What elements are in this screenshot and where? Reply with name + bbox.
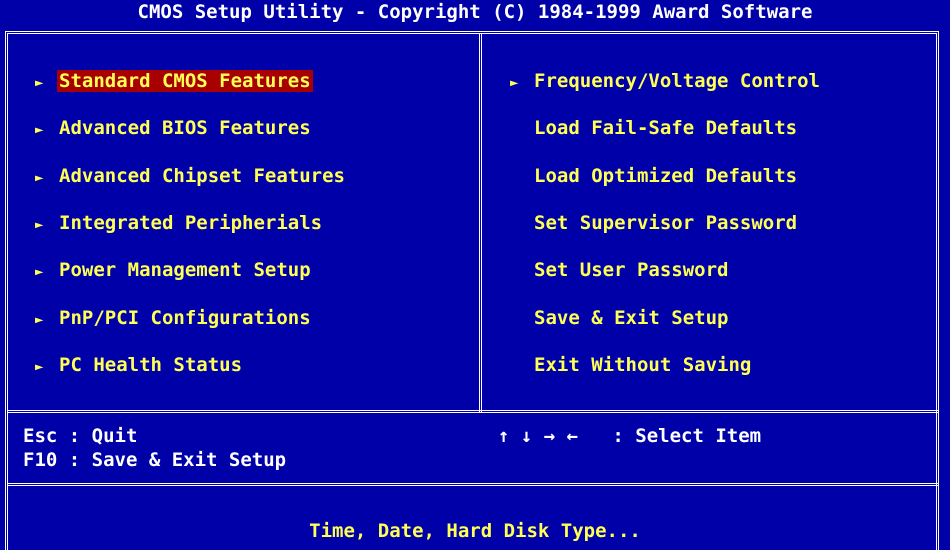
menu-exit-without-saving[interactable]: Exit Without Saving (510, 353, 753, 377)
status-divider (8, 483, 938, 486)
help-f10-save-exit: F10 : Save & Exit Setup (23, 449, 287, 471)
menu-advanced-bios-features[interactable]: ► Advanced BIOS Features (35, 116, 313, 140)
menu-advanced-chipset-features[interactable]: ► Advanced Chipset Features (35, 164, 347, 188)
title-bar: CMOS Setup Utility - Copyright (C) 1984-… (137, 1, 813, 23)
submenu-arrow-icon: ► (35, 217, 44, 233)
menu-pc-health-status[interactable]: ► PC Health Status (35, 353, 244, 377)
menu-set-user-password[interactable]: Set User Password (510, 258, 730, 282)
menu-label: Advanced Chipset Features (59, 165, 345, 187)
menu-label: Standard CMOS Features (57, 70, 313, 92)
menu-label: Advanced BIOS Features (59, 117, 311, 139)
menu-set-supervisor-password[interactable]: Set Supervisor Password (510, 211, 799, 235)
menu-label: Frequency/Voltage Control (534, 70, 820, 92)
menu-load-optimized-defaults[interactable]: Load Optimized Defaults (510, 164, 799, 188)
menu-column-divider (479, 33, 482, 413)
menu-label: Exit Without Saving (534, 354, 752, 376)
menu-pnp-pci-configurations[interactable]: ► PnP/PCI Configurations (35, 306, 313, 330)
help-esc-quit: Esc : Quit (23, 425, 138, 447)
help-select-item: ↑ ↓ → ← : Select Item (498, 425, 762, 447)
submenu-arrow-icon: ► (35, 122, 44, 138)
menu-save-exit-setup[interactable]: Save & Exit Setup (510, 306, 730, 330)
menu-load-fail-safe-defaults[interactable]: Load Fail-Safe Defaults (510, 116, 799, 140)
submenu-arrow-icon: ► (510, 75, 519, 91)
menu-label: PC Health Status (59, 354, 243, 376)
menu-label: Set Supervisor Password (534, 212, 798, 234)
submenu-arrow-icon: ► (35, 312, 44, 328)
menu-label: Set User Password (534, 259, 729, 281)
menu-standard-cmos-features[interactable]: ► Standard CMOS Features (35, 69, 313, 93)
menu-label: Integrated Peripherials (59, 212, 323, 234)
menu-label: Load Optimized Defaults (534, 165, 798, 187)
main-frame (5, 31, 939, 550)
submenu-arrow-icon: ► (35, 359, 44, 375)
menu-label: PnP/PCI Configurations (59, 307, 311, 329)
menu-frequency-voltage-control[interactable]: ► Frequency/Voltage Control (510, 69, 822, 93)
status-description: Time, Date, Hard Disk Type... (309, 520, 641, 542)
help-divider (8, 410, 938, 413)
submenu-arrow-icon: ► (35, 75, 44, 91)
menu-label: Save & Exit Setup (534, 307, 729, 329)
menu-power-management-setup[interactable]: ► Power Management Setup (35, 258, 313, 282)
menu-integrated-peripherials[interactable]: ► Integrated Peripherials (35, 211, 324, 235)
submenu-arrow-icon: ► (35, 264, 44, 280)
menu-label: Power Management Setup (59, 259, 311, 281)
menu-label: Load Fail-Safe Defaults (534, 117, 798, 139)
submenu-arrow-icon: ► (35, 170, 44, 186)
